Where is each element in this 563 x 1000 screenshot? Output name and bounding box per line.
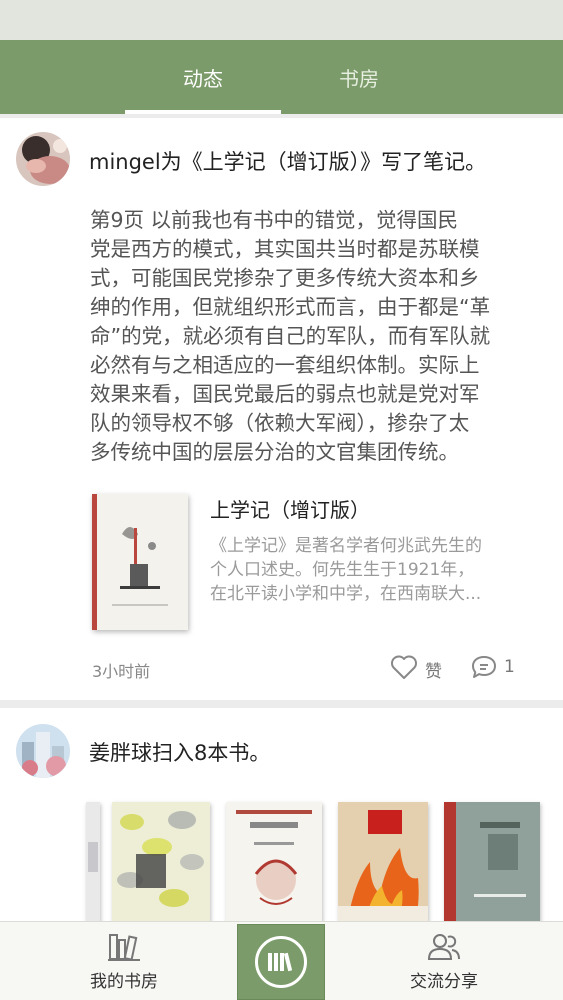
tab-dynamic-label: 动态 [183,66,223,91]
book-thumbnail[interactable] [444,802,540,922]
note-line: 效果来看，国民党最后的弱点也就是党对军 [90,382,480,406]
heart-icon[interactable] [390,654,418,680]
note-line: 命”的党，就必须有自己的军队，而有军队就 [90,324,491,348]
scan-book-button[interactable] [237,924,325,1000]
book-thumbnail[interactable] [338,802,428,922]
nav-share[interactable]: 交流分享 [364,922,524,1000]
user-avatar[interactable] [16,724,70,778]
book-cover[interactable] [92,494,188,630]
user-avatar[interactable] [16,132,70,186]
tab-study[interactable]: 书房 [281,40,437,114]
nav-my-study-label: 我的书房 [90,972,158,992]
post-headline[interactable]: 姜胖球扫入8本书。 [89,737,270,767]
note-text[interactable]: 第9页 以前我也有书中的错觉，觉得国民 党是西方的模式，其实国共当时都是苏联模 … [90,206,538,467]
like-button[interactable]: 赞 [425,657,442,682]
users-icon [427,934,460,960]
book-desc-line: 《上学记》是著名学者何兆武先生的 [210,536,482,556]
library-icon [255,936,307,988]
book-description: 《上学记》是著名学者何兆武先生的 个人口述史。何先生生于1921年， 在北平读小… [210,534,540,606]
book-thumbnail[interactable] [226,802,322,922]
tab-dynamic[interactable]: 动态 [125,40,281,114]
comment-count: 1 [504,657,515,677]
tab-study-label: 书房 [339,66,379,91]
top-tab-bar: 动态 书房 [0,40,563,114]
note-line: 第9页 以前我也有书中的错觉，觉得国民 [90,208,459,232]
nav-my-study[interactable]: 我的书房 [44,922,204,1000]
note-line: 必然有与之相适应的一套组织体制。实际上 [90,353,480,377]
status-bar [0,0,563,40]
comment-icon[interactable] [470,654,498,680]
book-desc-line: 个人口述史。何先生生于1921年， [210,560,475,580]
note-line: 绅的作用，但就组织形式而言，由于都是“革 [90,295,491,319]
feed-card-note: mingel为《上学记（增订版）》写了笔记。 第9页 以前我也有书中的错觉，觉得… [0,118,563,700]
scanned-books-strip [86,802,563,922]
note-line: 党是西方的模式，其实国共当时都是苏联模 [90,237,480,261]
bookshelf-icon [108,934,140,961]
book-title[interactable]: 上学记（增订版） [210,494,370,523]
note-line: 多传统中国的层层分治的文官集团传统。 [90,440,459,464]
active-tab-indicator [125,110,281,114]
book-thumbnail[interactable] [112,802,210,922]
post-headline[interactable]: mingel为《上学记（增订版）》写了笔记。 [89,146,486,176]
post-timestamp: 3小时前 [92,662,151,681]
note-line: 式，可能国民党掺杂了更多传统大资本和乡 [90,266,480,290]
book-thumbnail[interactable] [86,802,100,922]
book-desc-line: 在北平读小学和中学，在西南联大... [210,584,482,604]
note-line: 队的领导权不够（依赖大军阀），掺杂了太 [90,411,470,435]
nav-share-label: 交流分享 [410,972,478,992]
